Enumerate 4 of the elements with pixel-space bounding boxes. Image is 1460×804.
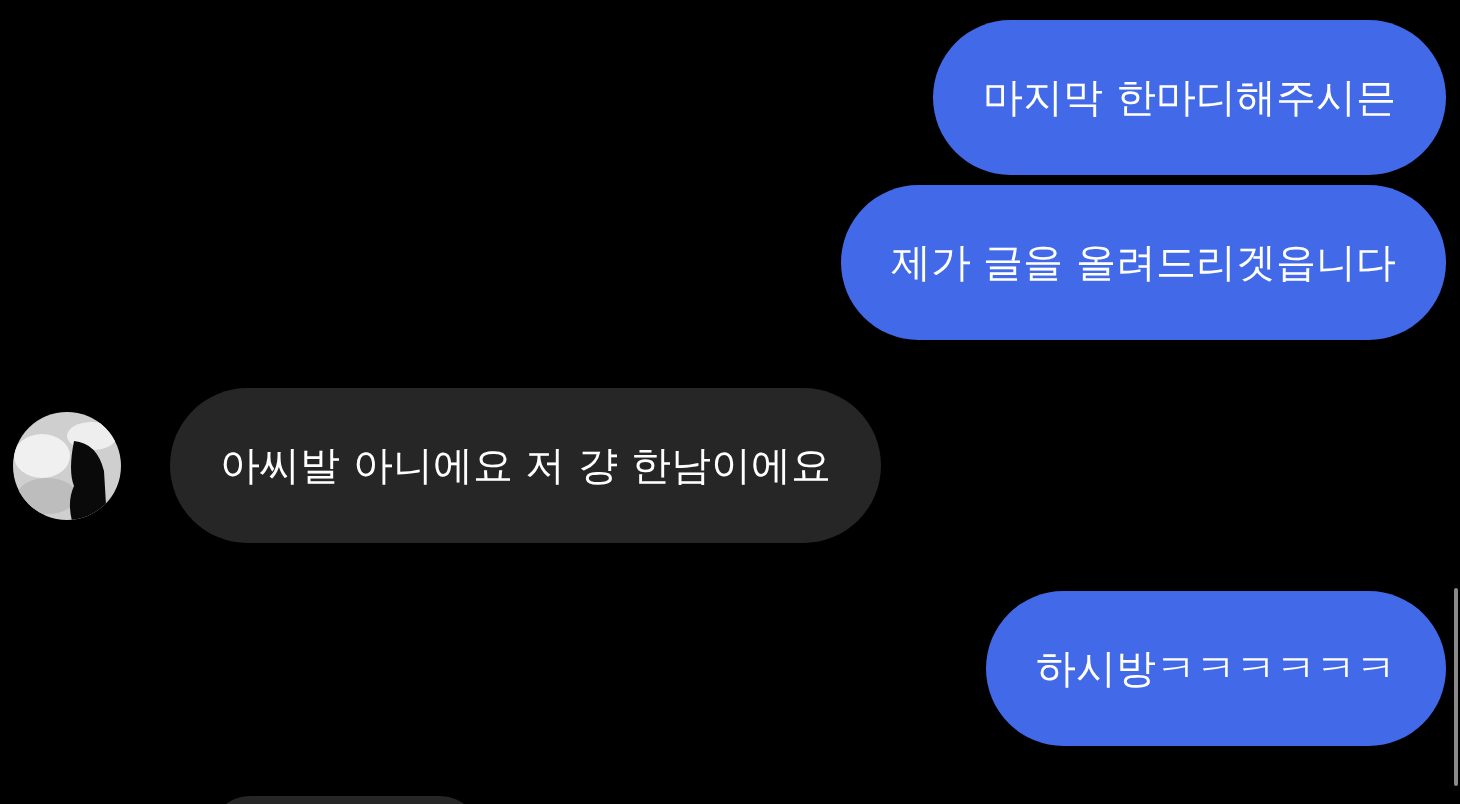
message-bubble: 마지막 한마디해주시믄 <box>933 20 1446 175</box>
message-bubble: 하시방ㅋㅋㅋㅋㅋㅋ <box>986 591 1446 746</box>
message-bubble: 제가 글을 올려드리겟읍니다 <box>840 185 1446 340</box>
message-bubble: 아씨발 아니에요 저 걍 한남이에요 <box>170 388 881 543</box>
